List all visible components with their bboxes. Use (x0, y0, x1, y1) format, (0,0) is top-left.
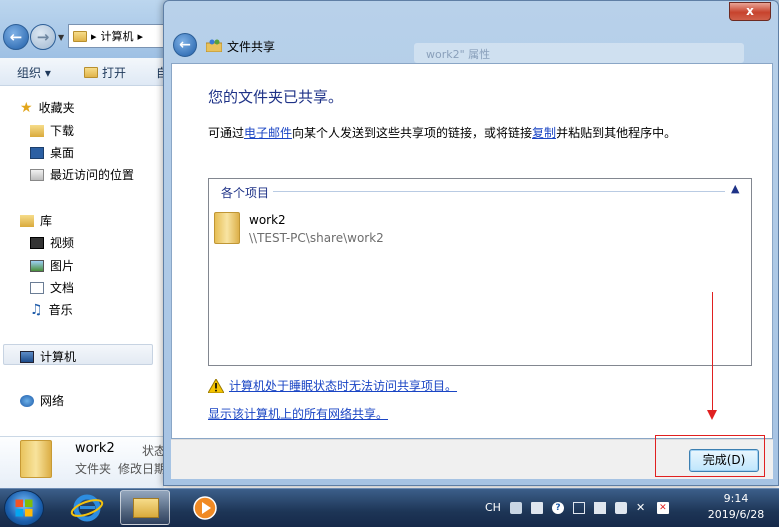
annotation-arrow-line (712, 292, 713, 412)
recent-places-icon (30, 168, 44, 181)
clock-time: 9:14 (723, 492, 749, 505)
library-icon (20, 214, 34, 227)
folder-icon (133, 498, 159, 518)
video-icon (30, 236, 44, 249)
sidebar-item-libraries[interactable]: 库 (20, 212, 52, 229)
annotation-highlight-box (655, 435, 765, 477)
sidebar-item-favorites[interactable]: ★ 收藏夹 (20, 99, 75, 116)
background-properties-title: work2" 属性 (414, 43, 744, 63)
open-button[interactable]: 打开 (84, 64, 126, 81)
dialog-content: 您的文件夹已共享。 可通过电子邮件向某个人发送到这些共享项的链接，或将链接复制并… (171, 63, 773, 439)
chevron-down-icon[interactable]: ▼ (58, 33, 64, 42)
close-icon: x (746, 4, 754, 18)
sidebar-item-desktop[interactable]: 桌面 (30, 144, 74, 161)
copy-link[interactable]: 复制 (532, 126, 556, 140)
network-icon (20, 394, 34, 407)
chevron-right-icon: ▸ (137, 29, 144, 43)
navigation-pane: ★ 收藏夹 下载 桌面 最近访问的位置 库 视频 图片 文档 ♫ 音乐 网络 (0, 86, 164, 436)
forward-arrow-icon[interactable]: → (30, 24, 56, 50)
dialog-description: 可通过电子邮件向某个人发送到这些共享项的链接，或将链接复制并粘贴到其他程序中。 (208, 126, 677, 140)
sidebar-item-music[interactable]: ♫ 音乐 (30, 301, 73, 318)
downloads-folder-icon (30, 124, 44, 137)
file-sharing-dialog: x ← 文件共享 work2" 属性 您的文件夹已共享。 可通过电子邮件向某个人… (163, 0, 779, 486)
action-center-icon[interactable]: ✕ (656, 501, 669, 514)
pictures-icon (30, 259, 44, 272)
network-tray-icon[interactable] (572, 501, 585, 514)
taskbar-media-player-button[interactable] (180, 490, 230, 525)
back-arrow-icon[interactable]: ← (3, 24, 29, 50)
email-link[interactable]: 电子邮件 (244, 126, 292, 140)
group-header: 各个项目 (221, 186, 270, 200)
sidebar-item-documents[interactable]: 文档 (30, 279, 74, 296)
dialog-heading: 您的文件夹已共享。 (208, 88, 344, 106)
help-icon[interactable]: ? (551, 501, 564, 514)
taskbar-explorer-button[interactable] (120, 490, 170, 525)
desktop-icon (30, 146, 44, 159)
windows-logo-icon (15, 499, 33, 517)
vm-icon[interactable] (530, 501, 543, 514)
display-icon[interactable] (614, 501, 627, 514)
sleep-warning-link[interactable]: 计算机处于睡眠状态时无法访问共享项目。 (229, 377, 457, 394)
close-button[interactable]: x (729, 2, 771, 21)
internet-explorer-icon (70, 494, 104, 522)
annotation-arrow-head (707, 410, 717, 420)
taskbar-ie-button[interactable] (62, 490, 112, 525)
sidebar-item-recent[interactable]: 最近访问的位置 (30, 166, 134, 183)
star-icon: ★ (20, 99, 33, 116)
chevron-up-icon[interactable]: ▲ (731, 182, 739, 195)
language-indicator[interactable]: CH (485, 501, 501, 514)
folder-icon (84, 67, 98, 78)
sidebar-item-computer[interactable]: 计算机 (3, 344, 153, 365)
music-note-icon: ♫ (30, 301, 43, 318)
dialog-title: 文件共享 (227, 40, 276, 54)
address-crumb-computer[interactable]: 计算机 (101, 28, 134, 44)
details-type: 文件夹 (75, 462, 112, 476)
sidebar-item-pictures[interactable]: 图片 (30, 257, 74, 274)
sidebar-item-videos[interactable]: 视频 (30, 234, 74, 251)
computer-icon (20, 350, 34, 363)
folder-icon (214, 212, 240, 244)
documents-icon (30, 281, 44, 294)
group-divider (273, 191, 725, 192)
shared-item-name[interactable]: work2 (249, 213, 286, 227)
folder-icon (73, 30, 87, 42)
taskbar-clock[interactable]: 9:14 2019/6/28 (697, 491, 775, 523)
address-bar[interactable]: ▸ 计算机 ▸ (68, 24, 168, 48)
warning-icon (208, 378, 224, 393)
dialog-back-button[interactable]: ← (173, 33, 197, 57)
organize-menu[interactable]: 组织 ▾ (17, 64, 51, 81)
start-button[interactable] (4, 490, 44, 526)
details-modified-label: 修改日期 (118, 462, 167, 476)
system-tray: CH ? ✕ ✕ (485, 488, 669, 527)
sidebar-item-network[interactable]: 网络 (20, 392, 64, 409)
folder-icon (20, 440, 52, 478)
share-people-icon (206, 39, 222, 52)
details-name: work2 (75, 441, 115, 456)
show-all-shares-link[interactable]: 显示该计算机上的所有网络共享。 (208, 405, 388, 422)
sidebar-item-computer-label: 计算机 (40, 350, 77, 364)
volume-muted-icon[interactable]: ✕ (636, 501, 648, 514)
sleep-warning: 计算机处于睡眠状态时无法访问共享项目。 (208, 377, 457, 394)
shared-items-list[interactable]: 各个项目 ▲ work2 \\TEST-PC\share\work2 (208, 178, 752, 366)
keyboard-icon[interactable] (509, 501, 522, 514)
chevron-right-icon: ▸ (91, 29, 97, 43)
show-hidden-icon[interactable] (593, 501, 606, 514)
clock-date: 2019/6/28 (707, 508, 765, 521)
media-player-icon (193, 496, 217, 520)
sidebar-item-downloads[interactable]: 下载 (30, 122, 74, 139)
shared-item-path: \\TEST-PC\share\work2 (249, 231, 384, 245)
